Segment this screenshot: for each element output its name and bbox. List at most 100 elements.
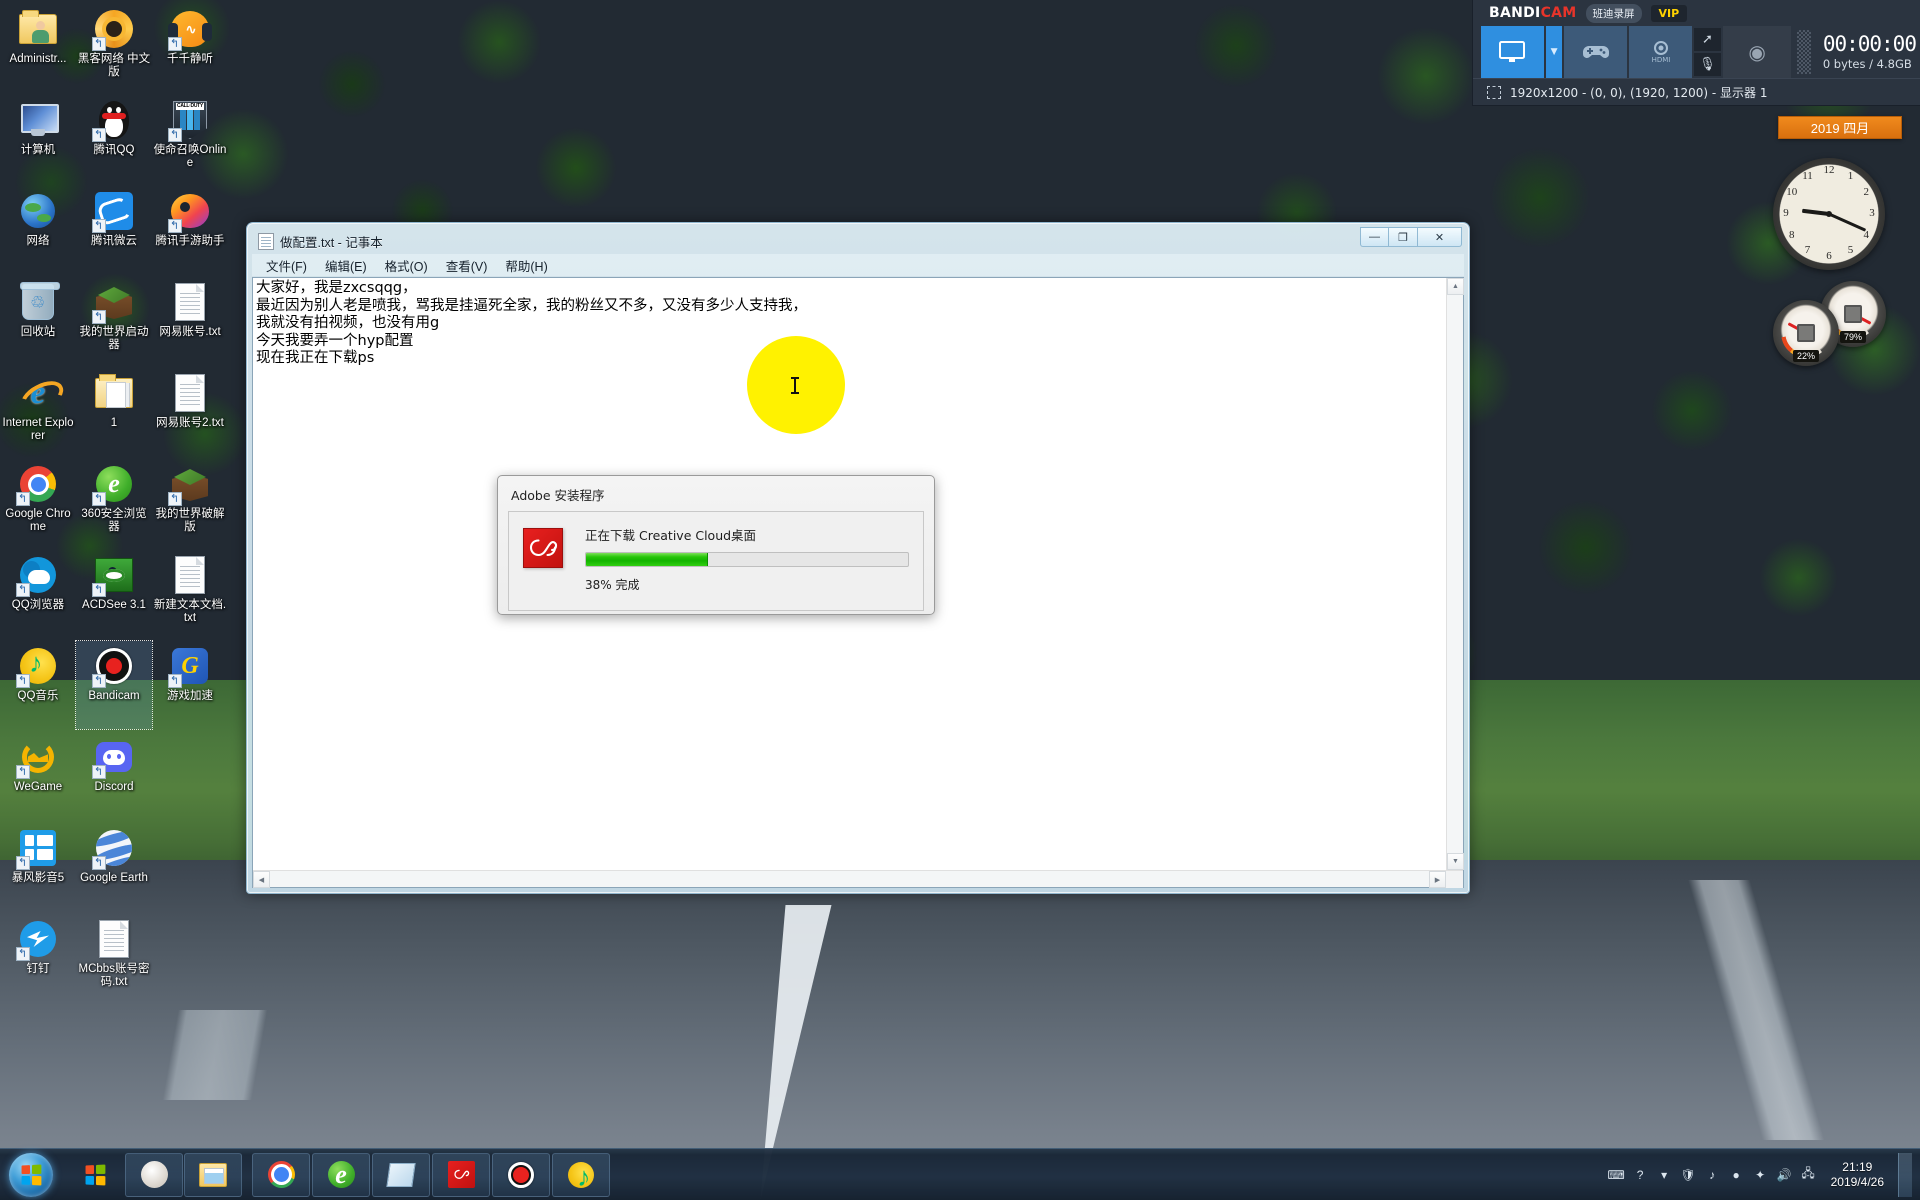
desktop-icon-21[interactable]: QQ音乐 <box>0 641 76 729</box>
notepad-menu-item-1[interactable]: 编辑(E) <box>317 254 375 277</box>
tray-volume-icon[interactable]: 🔊 <box>1776 1166 1793 1183</box>
desktop-icon-12[interactable]: e Internet Explorer <box>0 368 76 456</box>
notepad-horizontal-scrollbar[interactable]: ◀ ▶ <box>253 870 1463 888</box>
notepad-titlebar[interactable]: 做配置.txt - 记事本 — ❐ ✕ <box>252 227 1464 254</box>
clock-gadget[interactable]: 12 1 2 3 4 5 6 7 8 9 10 11 <box>1773 158 1885 270</box>
desktop-icon-23[interactable]: 游戏加速 <box>152 641 228 729</box>
desktop-icon-16[interactable]: 360安全浏览器 <box>76 459 152 547</box>
media-player-quick-button[interactable] <box>125 1152 183 1197</box>
desktop-icon-14[interactable]: 网易账号2.txt <box>152 368 228 456</box>
drag-handle[interactable] <box>1797 30 1811 74</box>
desktop-icon-label: WeGame <box>13 781 63 793</box>
desktop-icon-3[interactable]: 计算机 <box>0 95 76 183</box>
minimize-button[interactable]: — <box>1360 227 1389 247</box>
scroll-up-arrow-icon[interactable]: ▲ <box>1447 278 1464 295</box>
maximize-button[interactable]: ❐ <box>1389 227 1418 247</box>
desktop-icon-17[interactable]: 我的世界破解版 <box>152 459 228 547</box>
vertical-scroll-track[interactable] <box>1447 295 1463 853</box>
desktop-icon-27[interactable]: 暴风影音5 <box>0 823 76 911</box>
adobe-installer-dialog[interactable]: Adobe 安装程序 正在下载 Creative Cloud桌面 38% 完成 <box>497 475 935 615</box>
svg-text:HDMI: HDMI <box>1651 56 1670 64</box>
horizontal-scroll-track[interactable] <box>270 871 1429 887</box>
desktop-icon-4[interactable]: 腾讯QQ <box>76 95 152 183</box>
download-progress-bar <box>585 552 909 567</box>
microphone-icon: 🎙 <box>1699 57 1716 72</box>
notepad-menu-item-4[interactable]: 帮助(H) <box>497 254 555 277</box>
road-right-line <box>1580 880 1920 1140</box>
shortcut-arrow-icon <box>92 674 106 688</box>
desktop-icon-8[interactable]: 腾讯手游助手 <box>152 186 228 274</box>
bandicam-input-toggles: ➚ 🎙 <box>1694 26 1721 78</box>
desktop-icon-28[interactable]: Google Earth <box>76 823 152 911</box>
desktop-icon-22[interactable]: Bandicam <box>75 640 153 730</box>
tray-app-icon[interactable]: ✦ <box>1752 1166 1769 1183</box>
scroll-right-arrow-icon[interactable]: ▶ <box>1429 871 1446 888</box>
webcam-overlay-button[interactable]: ◉ <box>1722 26 1792 78</box>
explorer-quick-button[interactable] <box>184 1152 242 1197</box>
taskbar[interactable]: ⌨? ▾ 🛡 ♪ ● ✦ 🔊 🖧 21:19 2019/4/26 <box>0 1148 1920 1200</box>
bandicam-capture-area-bar[interactable]: 1920x1200 - (0, 0), (1920, 1200) - 显示器 1 <box>1473 78 1920 105</box>
tray-shield-icon[interactable]: 🛡 <box>1680 1166 1697 1183</box>
desktop-icon-20[interactable]: 新建文本文档.txt <box>152 550 228 638</box>
desktop-icon-18[interactable]: QQ浏览器 <box>0 550 76 638</box>
shortcut-arrow-icon <box>168 492 182 506</box>
task-chrome[interactable] <box>252 1152 310 1197</box>
notepad-menu-item-0[interactable]: 文件(F) <box>258 254 315 277</box>
start-button[interactable] <box>2 1151 60 1199</box>
screen-recording-mode-button[interactable] <box>1481 26 1544 78</box>
tray-keyboard-icon[interactable]: ⌨ <box>1607 1166 1624 1183</box>
desktop-icon-11[interactable]: 网易账号.txt <box>152 277 228 365</box>
recording-size-info: 0 bytes / 4.8GB <box>1822 57 1912 71</box>
webcam-icon: ◉ <box>1748 40 1766 64</box>
bandicam-control-bar[interactable]: BANDICAM 班迪录屏 VIP ▼ HDMI ➚ 🎙 ◉ 00:00:00 … <box>1472 0 1920 106</box>
task-qq-music[interactable] <box>552 1152 610 1197</box>
desktop-icon-1[interactable]: 黑客网络 中文版 <box>76 4 152 92</box>
scroll-down-arrow-icon[interactable]: ▼ <box>1447 853 1464 870</box>
cpu-meter-gadget[interactable]: 22% <box>1773 300 1839 366</box>
tray-help-icon[interactable]: ? <box>1632 1166 1649 1183</box>
desktop-icon-label: 计算机 <box>20 144 56 156</box>
scroll-left-arrow-icon[interactable]: ◀ <box>253 871 270 888</box>
device-recording-mode-button[interactable]: HDMI <box>1629 26 1693 78</box>
show-desktop-quick-button[interactable] <box>66 1153 124 1197</box>
desktop-icon-24[interactable]: WeGame <box>0 732 76 820</box>
screen-mode-dropdown[interactable]: ▼ <box>1545 26 1563 78</box>
desktop-icon-25[interactable]: Discord <box>76 732 152 820</box>
show-desktop-button[interactable] <box>1898 1152 1912 1197</box>
task-360-browser[interactable] <box>312 1152 370 1197</box>
shortcut-arrow-icon <box>168 219 182 233</box>
bandicam-vip-badge[interactable]: VIP <box>1650 4 1688 22</box>
desktop-icon-2[interactable]: ∿ 千千静听 <box>152 4 228 92</box>
tray-overflow-icon[interactable]: ▾ <box>1656 1166 1673 1183</box>
notepad-vertical-scrollbar[interactable]: ▲ ▼ <box>1446 278 1464 870</box>
desktop-icon-6[interactable]: 网络 <box>0 186 76 274</box>
desktop-icon-0[interactable]: Administr... <box>0 4 76 92</box>
clock-number-10: 10 <box>1786 185 1798 198</box>
desktop-icon-label: 千千静听 <box>167 53 213 65</box>
desktop-icon-31[interactable]: MCbbs账号密码.txt <box>76 914 152 1002</box>
clock-number-2: 2 <box>1863 185 1869 198</box>
desktop-icon-15[interactable]: Google Chrome <box>0 459 76 547</box>
game-recording-mode-button[interactable] <box>1564 26 1628 78</box>
tray-qq-music-icon[interactable]: ♪ <box>1704 1166 1721 1183</box>
tray-network-icon[interactable]: 🖧 <box>1800 1166 1817 1183</box>
desktop-icon-10[interactable]: 我的世界启动器 <box>76 277 152 365</box>
desktop-icon-7[interactable]: 腾讯微云 <box>76 186 152 274</box>
calendar-gadget[interactable]: 2019 四月 <box>1778 116 1902 139</box>
close-button[interactable]: ✕ <box>1418 227 1462 247</box>
desktop-icon-label: 暴风影音5 <box>11 872 65 884</box>
task-bandicam[interactable] <box>492 1152 550 1197</box>
desktop-icon-13[interactable]: 1 <box>76 368 152 456</box>
tray-bandicam-icon[interactable]: ● <box>1728 1166 1745 1183</box>
microphone-toggle[interactable]: 🎙 <box>1694 53 1721 76</box>
task-notepad[interactable] <box>372 1152 430 1197</box>
task-adobe-installer[interactable] <box>432 1152 490 1197</box>
cursor-capture-toggle[interactable]: ➚ <box>1694 28 1721 51</box>
desktop-icon-19[interactable]: ACDSee 3.1 <box>76 550 152 638</box>
desktop-icon-9[interactable]: 回收站 <box>0 277 76 365</box>
desktop-icon-5[interactable]: CALL·DUTY使命召唤Online <box>152 95 228 183</box>
desktop-icon-30[interactable]: 钉钉 <box>0 914 76 1002</box>
notepad-menu-item-3[interactable]: 查看(V) <box>438 254 496 277</box>
taskbar-clock[interactable]: 21:19 2019/4/26 <box>1825 1160 1890 1190</box>
notepad-menu-item-2[interactable]: 格式(O) <box>377 254 436 277</box>
